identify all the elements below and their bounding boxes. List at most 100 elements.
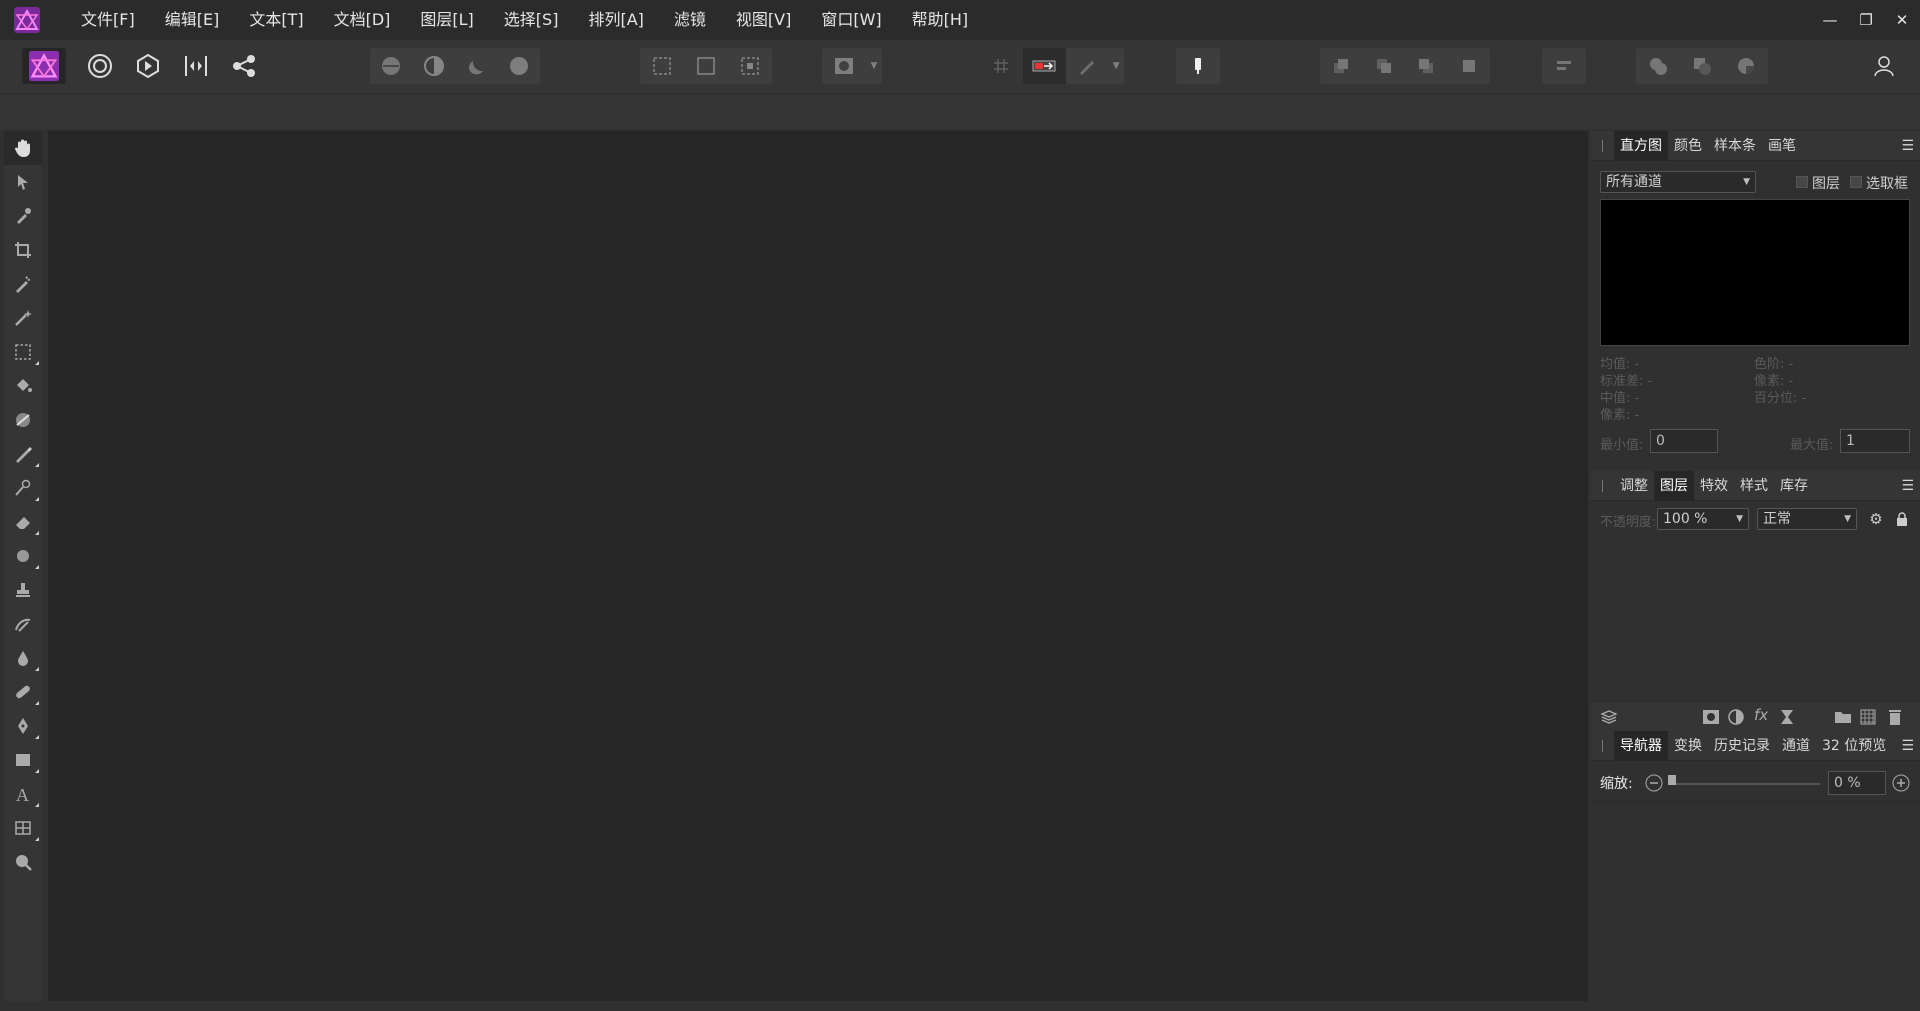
- minimize-button[interactable]: —: [1812, 0, 1848, 40]
- menu-edit[interactable]: 编辑[E]: [150, 0, 235, 40]
- tool-color-picker[interactable]: [4, 199, 42, 233]
- menu-select[interactable]: 选择[S]: [489, 0, 574, 40]
- zoom-out-icon[interactable]: [1645, 774, 1663, 792]
- intersect-button[interactable]: [1724, 48, 1768, 84]
- menu-filters[interactable]: 滤镜: [659, 0, 721, 40]
- tool-flood-select[interactable]: [4, 301, 42, 335]
- zoom-value-field[interactable]: 0 %: [1828, 771, 1886, 795]
- move-forward-button[interactable]: [1405, 48, 1448, 84]
- account-button[interactable]: [1862, 48, 1906, 84]
- auto-contrast-button[interactable]: [413, 48, 456, 84]
- auto-colors-button[interactable]: [455, 48, 498, 84]
- tool-red-eye[interactable]: [4, 641, 42, 675]
- tool-healing[interactable]: [4, 675, 42, 709]
- channel-select[interactable]: 所有通道 ▼: [1600, 171, 1756, 193]
- pixel-layer-icon[interactable]: [1860, 709, 1876, 725]
- text-cursor-button[interactable]: [1176, 48, 1220, 84]
- add-button[interactable]: [1636, 48, 1680, 84]
- gear-icon[interactable]: ⚙: [1866, 509, 1886, 529]
- tab-adjustments[interactable]: 调整: [1614, 471, 1654, 501]
- tab-32bit-preview[interactable]: 32 位预览: [1816, 731, 1892, 761]
- close-button[interactable]: ✕: [1884, 0, 1920, 40]
- layers-list[interactable]: [1590, 537, 1920, 701]
- menu-document[interactable]: 文档[D]: [319, 0, 406, 40]
- quick-mask-dropdown[interactable]: ▼: [866, 48, 882, 84]
- liquify-persona-button[interactable]: [78, 48, 122, 84]
- deselect-button[interactable]: [684, 48, 728, 84]
- tab-effects[interactable]: 特效: [1694, 471, 1734, 501]
- tab-transform[interactable]: 变换: [1668, 731, 1708, 761]
- panel-menu-icon[interactable]: ☰: [1901, 471, 1914, 501]
- auto-levels-button[interactable]: [370, 48, 413, 84]
- menu-window[interactable]: 窗口[W]: [806, 0, 896, 40]
- live-filter-icon[interactable]: [1780, 709, 1794, 725]
- menu-text[interactable]: 文本[T]: [234, 0, 318, 40]
- tool-erase[interactable]: [4, 505, 42, 539]
- folder-icon[interactable]: [1834, 710, 1852, 724]
- brush-cursor-button[interactable]: [1066, 48, 1109, 84]
- restore-button[interactable]: ❐: [1848, 0, 1884, 40]
- app-logo-icon[interactable]: [12, 5, 42, 35]
- mask-layer-icon[interactable]: [1702, 709, 1720, 725]
- max-value-field[interactable]: 1: [1840, 429, 1910, 453]
- panel-grip[interactable]: [1590, 131, 1614, 161]
- tab-color[interactable]: 颜色: [1668, 131, 1708, 161]
- move-to-front-button[interactable]: [1448, 48, 1491, 84]
- menu-view[interactable]: 视图[V]: [721, 0, 806, 40]
- opacity-select[interactable]: 100 % ▼: [1657, 508, 1749, 530]
- tab-styles[interactable]: 样式: [1734, 471, 1774, 501]
- zoom-slider-handle[interactable]: [1668, 775, 1676, 785]
- move-to-back-button[interactable]: [1320, 48, 1363, 84]
- select-all-button[interactable]: [640, 48, 684, 84]
- tool-marquee[interactable]: [4, 335, 42, 369]
- tool-pen[interactable]: [4, 709, 42, 743]
- auto-white-balance-button[interactable]: [498, 48, 541, 84]
- align-button[interactable]: [1542, 48, 1586, 84]
- quick-mask-button[interactable]: [822, 48, 866, 84]
- tool-gradient[interactable]: [4, 403, 42, 437]
- tool-view[interactable]: [4, 131, 42, 165]
- tone-mapping-persona-button[interactable]: [174, 48, 218, 84]
- panel-menu-icon[interactable]: ☰: [1901, 731, 1914, 761]
- menu-layer[interactable]: 图层[L]: [405, 0, 488, 40]
- menu-arrange[interactable]: 排列[A]: [573, 0, 658, 40]
- tool-shape[interactable]: [4, 743, 42, 777]
- zoom-slider[interactable]: [1668, 773, 1820, 795]
- export-persona-button[interactable]: [222, 48, 266, 84]
- tab-layers[interactable]: 图层: [1654, 470, 1694, 501]
- tab-channels[interactable]: 通道: [1776, 731, 1816, 761]
- tool-inpainting[interactable]: [4, 607, 42, 641]
- menu-help[interactable]: 帮助[H]: [897, 0, 984, 40]
- tool-clone[interactable]: [4, 573, 42, 607]
- adjustment-layer-icon[interactable]: [1728, 709, 1744, 725]
- tab-swatches[interactable]: 样本条: [1708, 131, 1762, 161]
- trash-icon[interactable]: [1888, 708, 1902, 726]
- tool-flood-fill[interactable]: [4, 369, 42, 403]
- min-value-field[interactable]: 0: [1650, 429, 1718, 453]
- lock-icon[interactable]: [1892, 509, 1912, 529]
- tool-text[interactable]: A: [4, 777, 42, 811]
- panel-grip[interactable]: [1590, 731, 1614, 761]
- document-canvas[interactable]: [48, 131, 1588, 1001]
- menu-file[interactable]: 文件[F]: [66, 0, 150, 40]
- tab-stock[interactable]: 库存: [1774, 471, 1814, 501]
- tab-brushes[interactable]: 画笔: [1762, 131, 1802, 161]
- tool-paint-brush[interactable]: [4, 437, 42, 471]
- layer-stack-icon[interactable]: [1600, 708, 1618, 726]
- layer-checkbox[interactable]: [1796, 176, 1808, 188]
- tool-mesh-warp[interactable]: [4, 811, 42, 845]
- tool-crop[interactable]: [4, 233, 42, 267]
- invert-selection-button[interactable]: [728, 48, 772, 84]
- move-back-button[interactable]: [1363, 48, 1406, 84]
- brush-cursor-dropdown[interactable]: ▼: [1108, 48, 1124, 84]
- develop-persona-button[interactable]: [126, 48, 170, 84]
- assistant-button[interactable]: [1022, 48, 1066, 84]
- blend-mode-select[interactable]: 正常 ▼: [1757, 508, 1857, 530]
- marquee-checkbox[interactable]: [1850, 176, 1862, 188]
- tool-blur[interactable]: [4, 539, 42, 573]
- zoom-in-icon[interactable]: [1892, 774, 1910, 792]
- tab-navigator[interactable]: 导航器: [1614, 730, 1668, 761]
- tab-history[interactable]: 历史记录: [1708, 731, 1776, 761]
- tool-dodge[interactable]: [4, 471, 42, 505]
- photo-persona-button[interactable]: [22, 48, 66, 84]
